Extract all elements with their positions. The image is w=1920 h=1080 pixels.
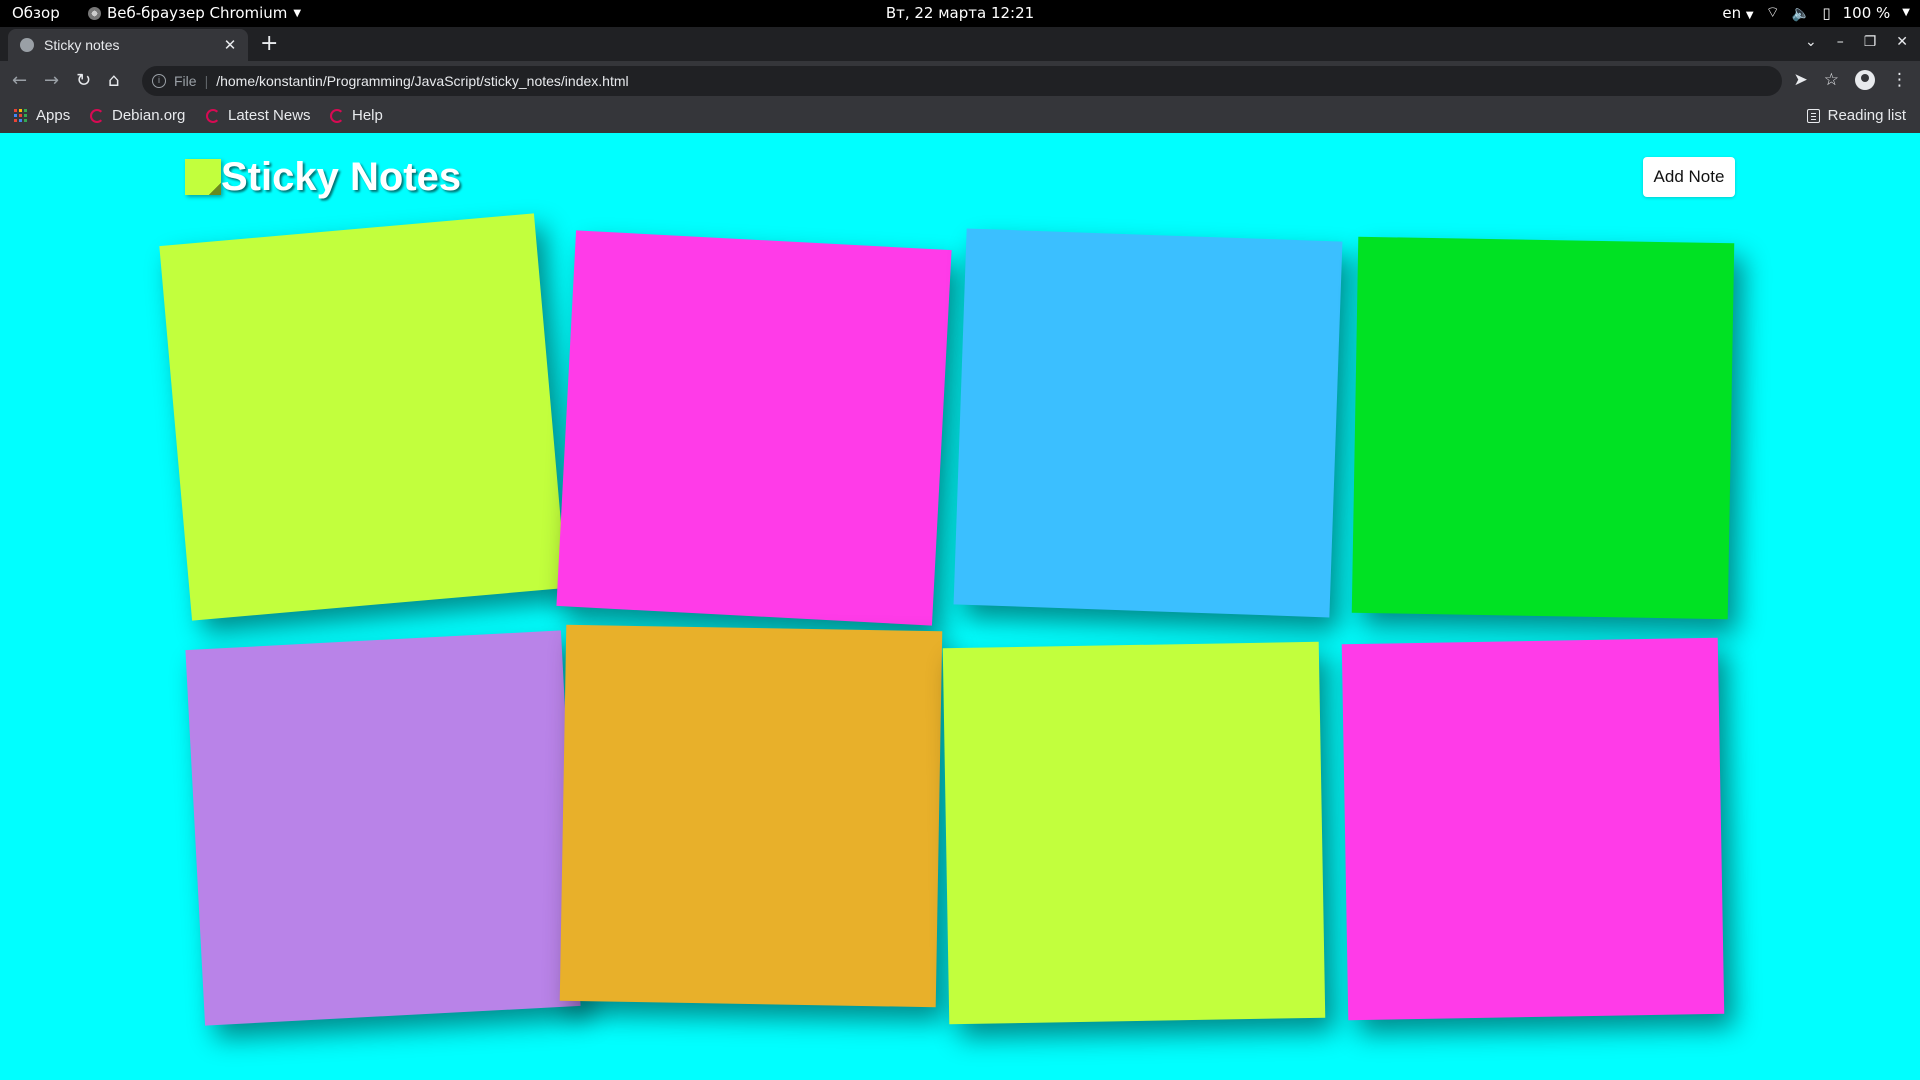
info-icon[interactable]: i [152, 74, 166, 88]
bookmark-label: Apps [36, 107, 71, 124]
sticky-note-logo-icon [185, 159, 221, 195]
app-menu[interactable]: Веб-браузер Chromium ▼ [88, 4, 301, 22]
app-menu-label: Веб-браузер Chromium [107, 4, 288, 22]
battery-icon: ▯ [1822, 3, 1831, 22]
reading-list-label: Reading list [1827, 107, 1906, 124]
wifi-icon: ⌔ [1765, 3, 1780, 21]
sticky-note[interactable] [1341, 637, 1725, 1021]
window-controls: ⌄ – ❐ ✕ [1805, 34, 1908, 50]
page-title: Sticky Notes [221, 155, 462, 199]
home-icon[interactable]: ⌂ [108, 70, 119, 91]
bookmark-help[interactable]: Help [330, 107, 383, 124]
chevron-down-icon: ▼ [1902, 7, 1910, 18]
bookmark-latest-news[interactable]: Latest News [206, 107, 311, 124]
new-tab-button[interactable]: + [260, 33, 278, 55]
add-note-button[interactable]: Add Note [1643, 157, 1735, 197]
scheme-label: File [174, 73, 197, 89]
reload-icon[interactable]: ↻ [76, 70, 91, 91]
sticky-note[interactable] [942, 641, 1326, 1025]
menu-icon[interactable]: ⋮ [1891, 70, 1908, 90]
chevron-down-icon: ▼ [293, 7, 302, 19]
send-icon[interactable]: ➤ [1794, 70, 1808, 90]
close-window-icon[interactable]: ✕ [1896, 34, 1908, 50]
tab-search-icon[interactable]: ⌄ [1805, 34, 1817, 50]
profile-icon[interactable] [1855, 70, 1875, 90]
sticky-note[interactable] [953, 228, 1343, 618]
sticky-note[interactable] [185, 630, 581, 1026]
battery-percent: 100 % [1842, 3, 1891, 22]
bookmark-label: Help [352, 107, 383, 124]
address-bar[interactable]: i File | /home/konstantin/Programming/Ja… [142, 66, 1782, 96]
back-icon[interactable]: ← [12, 70, 27, 91]
sticky-note[interactable] [556, 230, 952, 626]
url-text[interactable]: /home/konstantin/Programming/JavaScript/… [216, 73, 628, 89]
debian-icon [330, 108, 344, 123]
bookmark-debian[interactable]: Debian.org [90, 107, 185, 124]
tab-sticky-notes[interactable]: Sticky notes ✕ [8, 29, 248, 61]
star-icon[interactable]: ☆ [1824, 70, 1839, 90]
reading-list-button[interactable]: Reading list [1806, 107, 1906, 124]
bookmarks-bar: Apps Debian.org Latest News Help Reading… [0, 101, 1920, 133]
bookmark-apps[interactable]: Apps [14, 107, 70, 124]
debian-icon [206, 108, 220, 123]
toolbar-actions: ➤ ☆ ⋮ [1794, 70, 1908, 90]
divider: | [204, 73, 209, 89]
reading-list-icon [1806, 108, 1820, 123]
activities-button[interactable]: Обзор [12, 4, 60, 22]
volume-icon: 🔈 [1791, 3, 1811, 22]
chromium-icon [88, 6, 101, 20]
sticky-note[interactable] [1351, 236, 1735, 620]
sticky-note[interactable] [559, 624, 943, 1008]
sticky-note[interactable] [159, 213, 567, 621]
bookmark-label: Latest News [228, 107, 311, 124]
apps-grid-icon [14, 108, 28, 123]
system-top-bar: Обзор Веб-браузер Chromium ▼ Вт, 22 март… [0, 0, 1920, 27]
page-content: Sticky Notes Add Note [0, 133, 1920, 1080]
debian-icon [90, 108, 104, 123]
close-icon[interactable]: ✕ [220, 36, 240, 54]
bookmark-label: Debian.org [112, 107, 186, 124]
language-indicator[interactable]: en ▼ [1722, 4, 1753, 22]
forward-icon[interactable]: → [44, 70, 59, 91]
minimize-icon[interactable]: – [1837, 34, 1844, 50]
tab-title: Sticky notes [44, 37, 120, 53]
system-tray[interactable]: en ▼ ⌔ 🔈 ▯ 100 % ▼ [1722, 3, 1910, 22]
restore-icon[interactable]: ❐ [1864, 34, 1877, 50]
tab-strip: Sticky notes ✕ + ⌄ – ❐ ✕ [0, 27, 1920, 61]
globe-icon [20, 38, 34, 52]
browser-toolbar: ← → ↻ ⌂ i File | /home/konstantin/Progra… [0, 61, 1920, 101]
